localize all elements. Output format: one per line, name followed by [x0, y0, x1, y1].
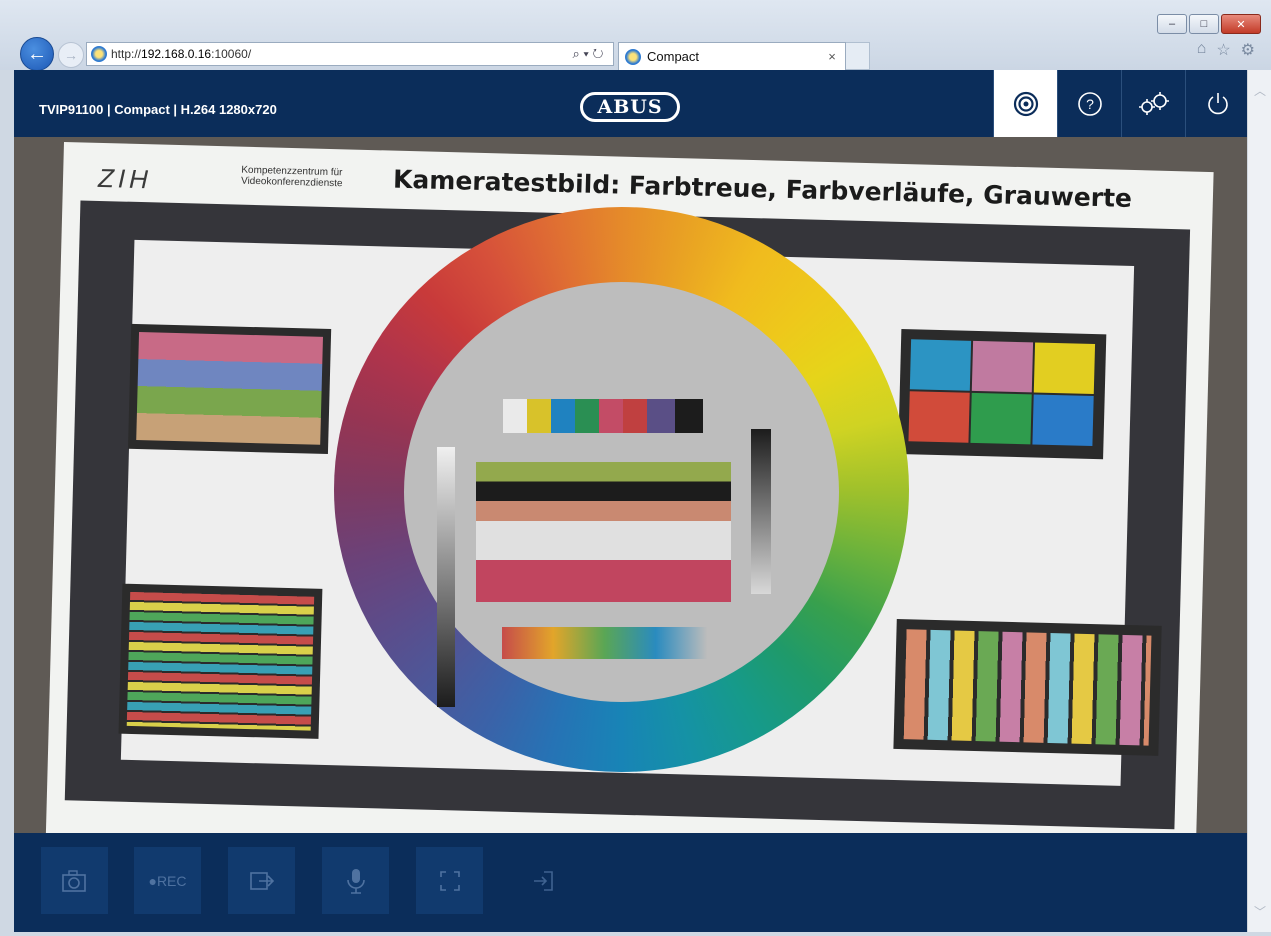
browser-chrome: – □ ✕ ← → http://192.168.0.16:10060/ ⌕ ▾…: [0, 0, 1271, 71]
scroll-up-icon[interactable]: ︿: [1248, 82, 1271, 99]
fullscreen-icon: [439, 870, 460, 891]
live-view-button[interactable]: [993, 70, 1057, 137]
live-video[interactable]: ZIH Kompetenzzentrum für Videokonferenzdi…: [14, 137, 1247, 833]
color-panel-top-right: [898, 328, 1107, 460]
center-top-swatches: [503, 399, 703, 433]
export-icon: [249, 871, 274, 890]
center-gradient-block: [476, 462, 731, 602]
new-tab-button[interactable]: [846, 42, 870, 70]
record-label: ●REC: [148, 872, 187, 889]
camera-web-app: TVIP91100 | Compact | H.264 1280x720 ABU…: [14, 70, 1247, 932]
color-panel-bottom-left: [118, 583, 323, 739]
home-icon[interactable]: ⌂: [1197, 40, 1207, 60]
grey-scale-left: [437, 447, 455, 707]
tab-compact[interactable]: Compact ×: [618, 42, 846, 70]
color-panel-bottom-right: [893, 618, 1162, 756]
forward-button[interactable]: →: [58, 42, 84, 68]
svg-text:?: ?: [1086, 96, 1094, 112]
tab-title: Compact: [647, 49, 700, 64]
grey-scale-right: [751, 429, 771, 594]
browser-tools: ⌂ ☆ ⚙: [1197, 40, 1255, 60]
close-window-button[interactable]: ✕: [1221, 14, 1261, 34]
login-button[interactable]: [510, 847, 577, 914]
app-header: TVIP91100 | Compact | H.264 1280x720 ABU…: [14, 70, 1247, 137]
microphone-icon: [346, 868, 365, 894]
address-url[interactable]: http://192.168.0.16:10060/: [111, 47, 563, 61]
ie-icon: [625, 48, 641, 65]
help-icon: ?: [1077, 91, 1102, 116]
help-button[interactable]: ?: [1057, 70, 1121, 137]
minimize-button[interactable]: –: [1157, 14, 1187, 34]
fullscreen-button[interactable]: [416, 847, 483, 914]
camera-title: TVIP91100 | Compact | H.264 1280x720: [39, 102, 277, 117]
abus-logo: ABUS: [580, 92, 680, 122]
microphone-button[interactable]: [322, 847, 389, 914]
ie-icon: [91, 46, 107, 62]
color-panel-top-left: [127, 323, 332, 455]
settings-icon: [1138, 91, 1169, 115]
snapshot-button[interactable]: [41, 847, 108, 914]
control-bar: ●REC: [14, 833, 1247, 932]
tab-close-icon[interactable]: ×: [819, 49, 845, 64]
kompetenzzentrum-text: Kompetenzzentrum für Videokonferenzdienst…: [240, 164, 343, 190]
maximize-button[interactable]: □: [1189, 14, 1219, 34]
record-button[interactable]: ●REC: [134, 847, 201, 914]
live-view-icon: [1013, 91, 1038, 116]
scroll-down-icon[interactable]: ﹀: [1248, 903, 1271, 920]
back-arrow-icon: ←: [27, 42, 47, 65]
login-icon: [533, 870, 553, 891]
power-icon: [1207, 92, 1228, 114]
settings-button[interactable]: [1121, 70, 1185, 137]
chart-title: Kameratestbild: Farbtreue, Farbverläufe,…: [392, 164, 1133, 213]
snapshot-icon: [61, 869, 86, 892]
window-controls: – □ ✕: [1157, 14, 1261, 34]
gear-icon[interactable]: ⚙: [1241, 40, 1255, 60]
address-controls[interactable]: ⌕ ▾ ↻: [563, 46, 613, 62]
address-bar[interactable]: http://192.168.0.16:10060/ ⌕ ▾ ↻: [86, 42, 614, 66]
forward-arrow-icon: →: [64, 47, 78, 63]
star-icon[interactable]: ☆: [1216, 40, 1230, 60]
export-button[interactable]: [228, 847, 295, 914]
page-scrollbar[interactable]: ︿ ﹀: [1247, 70, 1271, 932]
center-bottom-bar: [502, 627, 707, 659]
power-button[interactable]: [1185, 70, 1249, 137]
zih-logo-text: ZIH: [97, 162, 153, 195]
back-button[interactable]: ←: [20, 37, 54, 71]
